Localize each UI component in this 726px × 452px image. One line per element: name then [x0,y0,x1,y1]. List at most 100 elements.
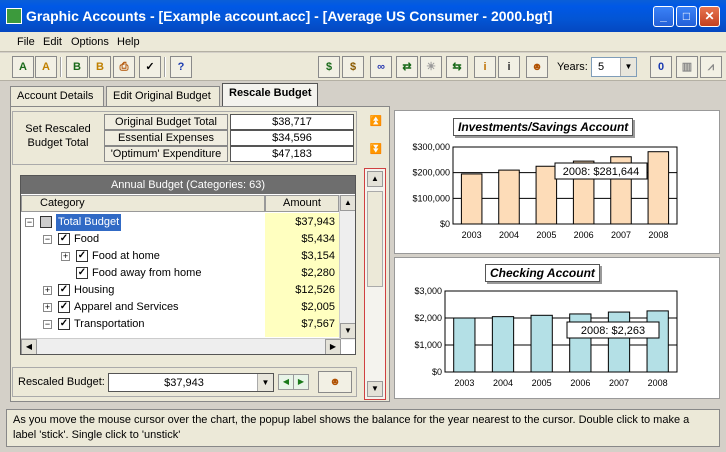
collapse-icon[interactable]: − [25,218,34,227]
category-checkbox[interactable] [40,216,52,228]
category-checkbox[interactable]: ✓ [58,301,70,313]
y-tick-label: $0 [432,367,442,377]
transfer-icon[interactable]: ⇄ [396,56,418,78]
move-bottom-icon[interactable]: ⏬ [366,144,386,160]
scroll-up-icon[interactable]: ▲ [367,171,383,187]
years-value: 5 [598,61,605,73]
font-a-icon[interactable]: A [12,56,34,78]
rescaled-budget-label: Rescaled Budget: [18,376,105,388]
expand-icon[interactable]: + [43,286,52,295]
window-title: Graphic Accounts - [Example account.acc]… [26,8,553,24]
move-top-icon[interactable]: ⏫ [366,116,386,132]
bar [607,311,631,373]
column-header-amount[interactable]: Amount [265,195,339,212]
scroll-left-icon[interactable]: ◀ [21,339,37,354]
tree-row[interactable]: ✓ Food away from home $2,280 [21,265,351,282]
plot-area [452,146,678,225]
budget-tree[interactable]: Annual Budget (Categories: 63) Category … [20,175,356,355]
chart-panel-checking[interactable]: $0 $1,000 $2,000 $3,000 2003 2004 2005 2006 2007… [394,257,720,399]
menu-file[interactable]: File [17,36,35,48]
category-label: Transportation [74,318,145,330]
clipboard-check-icon[interactable]: ✓ [139,56,161,78]
toolbar: A A B B ⎙ ✓ ? $ $ ∞ ⇄ ☀ ⇆ i i ☻ Years: 5… [0,53,726,81]
bar-chart-icon[interactable]: ▥ [676,56,698,78]
tab-edit-original-budget[interactable]: Edit Original Budget [106,86,220,106]
maximize-button[interactable]: □ [676,6,697,27]
years-select[interactable]: 5 ▼ [591,57,637,77]
scroll-down-icon[interactable]: ▼ [340,323,355,339]
category-label: Food [74,233,100,245]
minimize-button[interactable]: _ [653,6,674,27]
font-a-yellow-icon[interactable]: A [35,56,57,78]
info-icon[interactable]: i [474,56,496,78]
category-checkbox[interactable]: ✓ [58,284,70,296]
toolbar-separator [164,57,166,77]
menu-help[interactable]: Help [117,36,140,48]
arrow-right-icon[interactable]: ▶ [293,374,309,390]
info-box-icon[interactable]: i [498,56,520,78]
tree-row[interactable]: + ✓ Apparel and Services $2,005 [21,299,351,316]
menu-edit[interactable]: Edit [43,36,62,48]
line-chart-icon[interactable]: ⩘ [700,56,722,78]
tree-row[interactable]: + ✓ Food at home $3,154 [21,248,351,265]
lightbulb-icon[interactable]: ☀ [420,56,442,78]
apply-rescale-icon[interactable]: ☻ [318,371,352,393]
category-checkbox[interactable]: ✓ [76,267,88,279]
x-tick-label: 2007 [609,378,629,388]
zero-icon[interactable]: 0 [650,56,672,78]
collapse-icon[interactable]: − [43,320,52,329]
tree-vertical-scrollbar[interactable]: ▲ ▼ [339,195,355,340]
tree-row[interactable]: − ✓ Transportation $7,567 [21,316,351,333]
scroll-thumb[interactable] [367,191,383,287]
y-tick-label: $0 [440,219,450,229]
print-icon[interactable]: ⎙ [113,56,135,78]
essential-expenses-value: $34,596 [230,130,354,146]
arrow-left-icon[interactable]: ◀ [278,374,294,390]
chevron-down-icon[interactable]: ▼ [257,374,273,391]
tab-rescale-budget[interactable]: Rescale Budget [222,83,318,106]
bold-b-yellow-icon[interactable]: B [89,56,111,78]
bar [498,169,520,225]
menu-bar: File Edit Options Help [0,32,726,52]
exchange-icon[interactable]: ⇆ [446,56,468,78]
chart-scrollbar[interactable]: ▲ ▼ [364,168,386,400]
expand-icon[interactable]: + [43,303,52,312]
bold-b-icon[interactable]: B [66,56,88,78]
tree-row[interactable]: − Total Budget $37,943 [21,214,351,231]
collapse-icon[interactable]: − [43,235,52,244]
bar [646,310,669,373]
tab-account-details[interactable]: Account Details [10,86,104,106]
category-checkbox[interactable]: ✓ [58,318,70,330]
money-icon[interactable]: $ [318,56,340,78]
help-icon[interactable]: ? [170,56,192,78]
expand-icon[interactable]: + [61,252,70,261]
category-label: Food at home [92,250,160,262]
x-tick-label: 2008 [648,378,668,388]
category-checkbox[interactable]: ✓ [76,250,88,262]
column-header-category[interactable]: Category [21,195,265,212]
close-button[interactable]: ✕ [699,6,720,27]
rescaled-budget-input[interactable]: $37,943 ▼ [108,373,274,392]
scroll-right-icon[interactable]: ▶ [325,339,341,354]
menu-options[interactable]: Options [71,36,109,48]
chevron-down-icon[interactable]: ▼ [620,58,636,76]
link-icon[interactable]: ∞ [370,56,392,78]
set-rescaled-label: Set Rescaled Budget Total [25,123,91,149]
y-tick-label: $100,000 [412,193,450,203]
tree-row[interactable]: − ✓ Food $5,434 [21,231,351,248]
money-bag-icon[interactable]: $ [342,56,364,78]
title-bar: Graphic Accounts - [Example account.acc]… [0,0,726,32]
tree-horizontal-scrollbar[interactable]: ◀ ▶ [21,338,341,354]
tree-row[interactable]: + ✓ Housing $12,526 [21,282,351,299]
scroll-up-icon[interactable]: ▲ [340,195,355,211]
bar [460,173,483,225]
scroll-down-icon[interactable]: ▼ [367,381,383,397]
category-checkbox[interactable]: ✓ [58,233,70,245]
category-label: Food away from home [92,267,202,279]
people-icon[interactable]: ☻ [526,56,548,78]
y-tick-label: $1,000 [414,340,442,350]
category-amount: $2,280 [301,267,335,279]
chart-panel-investments[interactable]: $0 $100,000 $200,000 $300,000 2003 2004 2005 20… [394,110,720,254]
x-tick-label: 2003 [462,230,482,240]
bar [491,316,515,373]
